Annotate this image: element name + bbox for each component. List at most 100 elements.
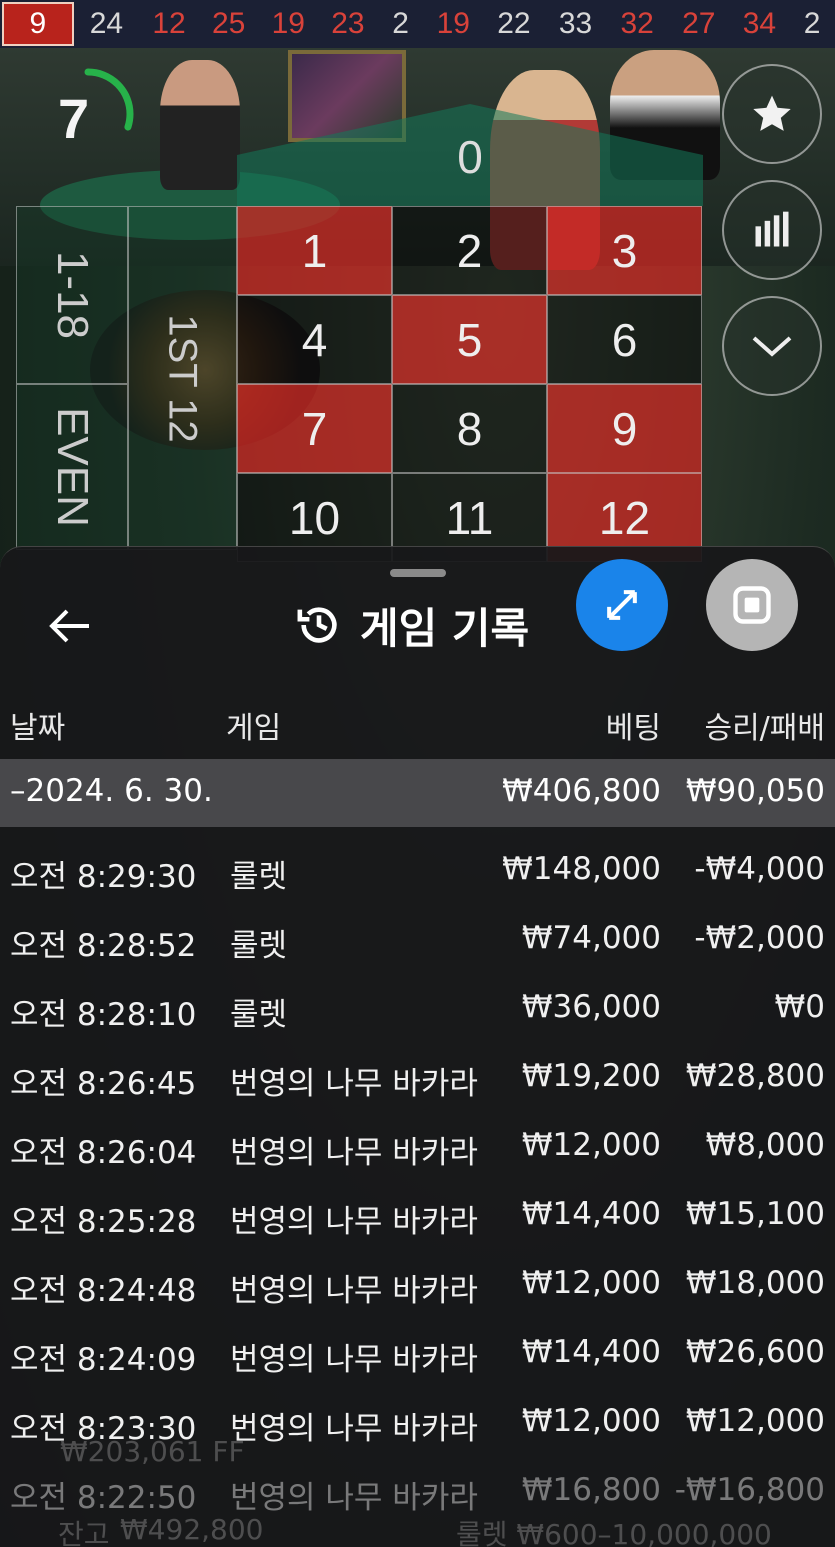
- bet-spot-1st-12[interactable]: 1ST 12: [128, 206, 237, 550]
- recent-number: 2: [392, 7, 409, 40]
- row-result: ₩0: [774, 989, 825, 1025]
- row-time: 오전 8:22:50: [10, 1480, 197, 1516]
- row-bet: ₩12,000: [521, 1265, 661, 1301]
- col-date: 날짜: [10, 711, 66, 746]
- bet-spot-2[interactable]: 2: [392, 206, 547, 295]
- bet-spot-label: 3: [611, 224, 638, 277]
- bet-spot-even[interactable]: EVEN: [16, 384, 128, 550]
- bet-spot-3[interactable]: 3: [547, 206, 702, 295]
- expand-button[interactable]: [576, 559, 668, 651]
- group-result-total: ₩90,050: [685, 773, 825, 809]
- history-row[interactable]: 오전 8:26:45 번영의 나무 바카라 ₩19,200 ₩28,800: [0, 1044, 835, 1112]
- bar-chart-icon: [755, 211, 789, 247]
- even-label: EVEN: [48, 407, 98, 527]
- game-history-panel: 게임 기록 날짜 게임 베팅 승리/패배 –2024. 6. 30. ₩406,…: [0, 546, 835, 1547]
- bet-spot-6[interactable]: 6: [547, 295, 702, 384]
- bet-spot-7[interactable]: 7: [237, 384, 392, 473]
- history-row[interactable]: 오전 8:24:09 번영의 나무 바카라 ₩14,400 ₩26,600: [0, 1320, 835, 1388]
- row-time: 오전 8:29:30: [10, 859, 197, 895]
- stop-button[interactable]: [706, 559, 798, 651]
- row-time: 오전 8:25:28: [10, 1204, 197, 1240]
- expand-icon: [607, 590, 637, 620]
- bet-spot-label: 11: [445, 491, 494, 544]
- balance-value: ₩492,800: [120, 1513, 264, 1546]
- row-game: 번영의 나무 바카라: [230, 1411, 478, 1447]
- row-game: 번영의 나무 바카라: [230, 1135, 478, 1171]
- bet-spot-4[interactable]: 4: [237, 295, 392, 384]
- collapse-button[interactable]: [722, 296, 822, 396]
- row-bet: ₩148,000: [502, 851, 661, 887]
- history-row[interactable]: 오전 8:29:30 룰렛 ₩148,000 -₩4,000: [0, 837, 835, 905]
- row-game: 번영의 나무 바카라: [230, 1204, 478, 1240]
- bet-spot-label: 4: [301, 313, 328, 366]
- bet-spot-label: 12: [598, 491, 651, 544]
- row-game: 번영의 나무 바카라: [230, 1273, 478, 1309]
- bet-spot-label: 10: [288, 491, 341, 544]
- arrow-left-icon: [49, 609, 89, 643]
- bet-spot-label: 6: [611, 313, 638, 366]
- recent-number: 2: [803, 7, 821, 40]
- row-result: -₩2,000: [694, 920, 825, 956]
- bet-spot-5[interactable]: 5: [392, 295, 547, 384]
- recent-number: 12: [152, 7, 186, 40]
- zero-label: 0: [457, 131, 483, 183]
- stop-icon: [733, 586, 771, 624]
- recent-number: 23: [331, 7, 365, 40]
- row-bet: ₩12,000: [521, 1403, 661, 1439]
- bet-spot-8[interactable]: 8: [392, 384, 547, 473]
- row-result: ₩26,600: [685, 1334, 825, 1370]
- history-row[interactable]: 오전 8:26:04 번영의 나무 바카라 ₩12,000 ₩8,000: [0, 1113, 835, 1181]
- bonus-balance: ₩203,061 FF: [60, 1435, 245, 1468]
- row-bet: ₩12,000: [521, 1127, 661, 1163]
- row-bet: ₩19,200: [521, 1058, 661, 1094]
- group-date: –2024. 6. 30.: [10, 773, 213, 809]
- row-time: 오전 8:28:52: [10, 928, 197, 964]
- history-row[interactable]: 오전 8:28:52 룰렛 ₩74,000 -₩2,000: [0, 906, 835, 974]
- history-row[interactable]: 오전 8:25:28 번영의 나무 바카라 ₩14,400 ₩15,100: [0, 1182, 835, 1250]
- row-game: 번영의 나무 바카라: [230, 1480, 478, 1516]
- recent-number: 33: [558, 7, 593, 40]
- recent-number: 32: [620, 7, 654, 40]
- history-row[interactable]: 오전 8:28:10 룰렛 ₩36,000 ₩0: [0, 975, 835, 1043]
- dealer-figure: [160, 60, 240, 190]
- row-game: 번영의 나무 바카라: [230, 1066, 478, 1102]
- date-group-row[interactable]: –2024. 6. 30. ₩406,800 ₩90,050: [0, 759, 835, 827]
- bet-spot-1-18[interactable]: 1-18: [16, 206, 128, 384]
- row-result: ₩12,000: [685, 1403, 825, 1439]
- stats-button[interactable]: [722, 180, 822, 280]
- bet-spot-9[interactable]: 9: [547, 384, 702, 473]
- row-time: 오전 8:28:10: [10, 997, 197, 1033]
- history-icon: [297, 607, 337, 643]
- row-game: 룰렛: [230, 928, 288, 964]
- row-result: ₩15,100: [685, 1196, 825, 1232]
- row-result: ₩18,000: [685, 1265, 825, 1301]
- bet-spot-label: 9: [611, 402, 638, 455]
- favorite-button[interactable]: [722, 64, 822, 164]
- back-button[interactable]: [44, 605, 94, 647]
- row-time: 오전 8:24:09: [10, 1342, 197, 1378]
- history-row[interactable]: 오전 8:24:48 번영의 나무 바카라 ₩12,000 ₩18,000: [0, 1251, 835, 1319]
- row-result: ₩28,800: [685, 1058, 825, 1094]
- balance-label: 잔고: [58, 1518, 110, 1547]
- row-game: 룰렛: [230, 859, 288, 895]
- table-limit: 룰렛 ₩600–10,000,000: [456, 1518, 772, 1547]
- drag-handle[interactable]: [390, 569, 446, 577]
- row-game: 번영의 나무 바카라: [230, 1342, 478, 1378]
- bet-spot-label: 2: [456, 224, 483, 277]
- bet-spot-1[interactable]: 1: [237, 206, 392, 295]
- bet-spot-label: 8: [456, 402, 483, 455]
- row-game: 룰렛: [230, 997, 288, 1033]
- bet-spot-label: 1: [301, 224, 328, 277]
- row-time: 오전 8:26:04: [10, 1135, 197, 1171]
- bet-spot-label: 5: [456, 313, 483, 366]
- row-result: -₩16,800: [674, 1472, 825, 1508]
- row-result: -₩4,000: [694, 851, 825, 887]
- bet-spot-label: 7: [301, 402, 328, 455]
- recent-number: 27: [682, 7, 716, 40]
- row-time: 오전 8:26:45: [10, 1066, 197, 1102]
- range-label: 1-18: [47, 250, 97, 340]
- recent-number: 25: [211, 7, 246, 40]
- row-bet: ₩14,400: [521, 1196, 661, 1232]
- recent-number: 19: [271, 7, 305, 40]
- group-bet-total: ₩406,800: [502, 773, 661, 809]
